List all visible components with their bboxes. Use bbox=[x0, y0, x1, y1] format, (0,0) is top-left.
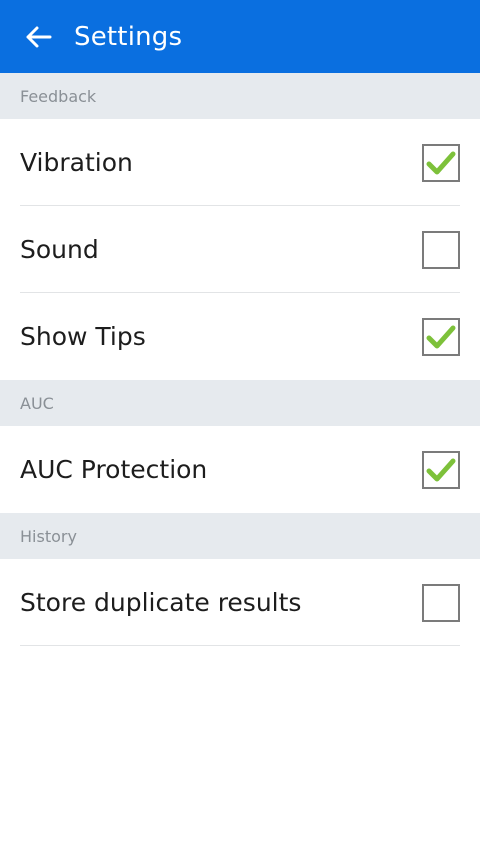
setting-row-store-duplicate-results[interactable]: Store duplicate results bbox=[0, 559, 480, 646]
sound-checkbox[interactable] bbox=[422, 230, 460, 269]
settings-screen: Settings Feedback Vibration Sound Show T… bbox=[0, 0, 480, 854]
arrow-left-icon bbox=[26, 26, 52, 47]
setting-label: Store duplicate results bbox=[20, 588, 302, 617]
setting-label: Sound bbox=[20, 235, 99, 264]
setting-row-show-tips[interactable]: Show Tips bbox=[0, 293, 480, 380]
show-tips-checkbox[interactable] bbox=[422, 317, 460, 356]
setting-row-auc-protection[interactable]: AUC Protection bbox=[0, 426, 480, 513]
auc-protection-checkbox[interactable] bbox=[422, 450, 460, 489]
vibration-checkbox[interactable] bbox=[422, 143, 460, 182]
setting-label: Show Tips bbox=[20, 322, 146, 351]
page-title: Settings bbox=[74, 21, 183, 52]
setting-label: AUC Protection bbox=[20, 455, 208, 484]
checkmark-icon bbox=[426, 325, 456, 348]
back-button[interactable] bbox=[22, 21, 54, 53]
section-header-feedback: Feedback bbox=[0, 73, 480, 119]
app-bar: Settings bbox=[0, 0, 480, 73]
checkmark-icon bbox=[426, 458, 456, 481]
setting-row-sound[interactable]: Sound bbox=[0, 206, 480, 293]
section-header-history: History bbox=[0, 513, 480, 559]
setting-label: Vibration bbox=[20, 148, 133, 177]
store-duplicate-results-checkbox[interactable] bbox=[422, 583, 460, 622]
checkmark-icon bbox=[426, 151, 456, 174]
setting-row-vibration[interactable]: Vibration bbox=[0, 119, 480, 206]
section-header-auc: AUC bbox=[0, 380, 480, 426]
